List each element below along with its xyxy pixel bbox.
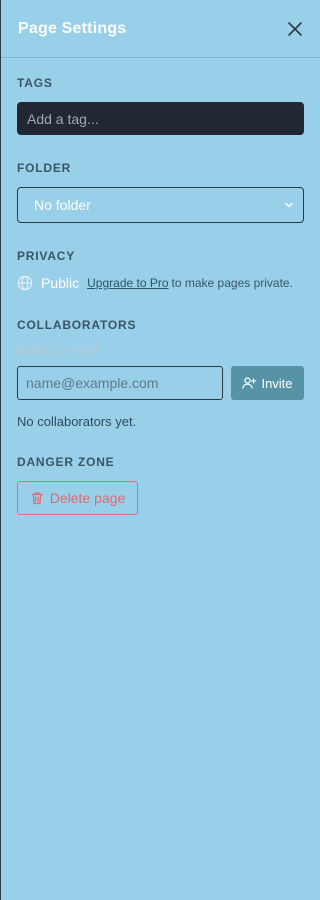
privacy-label: PRIVACY: [17, 249, 76, 263]
close-icon[interactable]: [286, 20, 304, 38]
trash-icon: [31, 492, 43, 505]
collaborators-section: COLLABORATORS Invite by email Invite No …: [1, 318, 320, 429]
page-settings-panel: Page Settings TAGS FOLDER No folder PRIV…: [0, 0, 320, 900]
panel-title: Page Settings: [18, 19, 127, 37]
invite-row: Invite: [17, 366, 304, 400]
privacy-row: Public Upgrade to Pro to make pages priv…: [17, 275, 304, 291]
privacy-status: Public: [41, 275, 80, 291]
empty-collaborators-text: No collaborators yet.: [17, 414, 137, 429]
folder-label: FOLDER: [17, 161, 72, 175]
invite-button[interactable]: Invite: [231, 366, 304, 400]
privacy-section: PRIVACY Public Upgrade to Pro to make pa…: [1, 249, 320, 291]
tag-input[interactable]: [17, 102, 304, 135]
danger-zone-section: DANGER ZONE Delete page: [1, 455, 320, 515]
invite-button-label: Invite: [261, 375, 293, 391]
delete-page-button[interactable]: Delete page: [17, 481, 138, 515]
folder-select[interactable]: No folder: [17, 187, 304, 223]
collaborators-label: COLLABORATORS: [17, 318, 137, 332]
email-field[interactable]: [17, 366, 223, 400]
delete-page-label: Delete page: [49, 490, 126, 506]
tags-label: TAGS: [17, 76, 53, 90]
upgrade-suffix-text: to make pages private.: [171, 276, 293, 290]
tags-section: TAGS: [1, 76, 320, 135]
folder-selected-value: No folder: [34, 197, 91, 213]
invite-hint: Invite by email: [17, 342, 101, 357]
globe-icon: [17, 275, 33, 291]
panel-header: Page Settings: [1, 0, 320, 58]
folder-section: FOLDER No folder: [1, 161, 320, 223]
upgrade-to-pro-link[interactable]: Upgrade to Pro: [87, 276, 168, 290]
user-plus-icon: [242, 377, 257, 389]
chevron-down-icon: [284, 197, 294, 213]
danger-zone-label: DANGER ZONE: [17, 455, 115, 469]
